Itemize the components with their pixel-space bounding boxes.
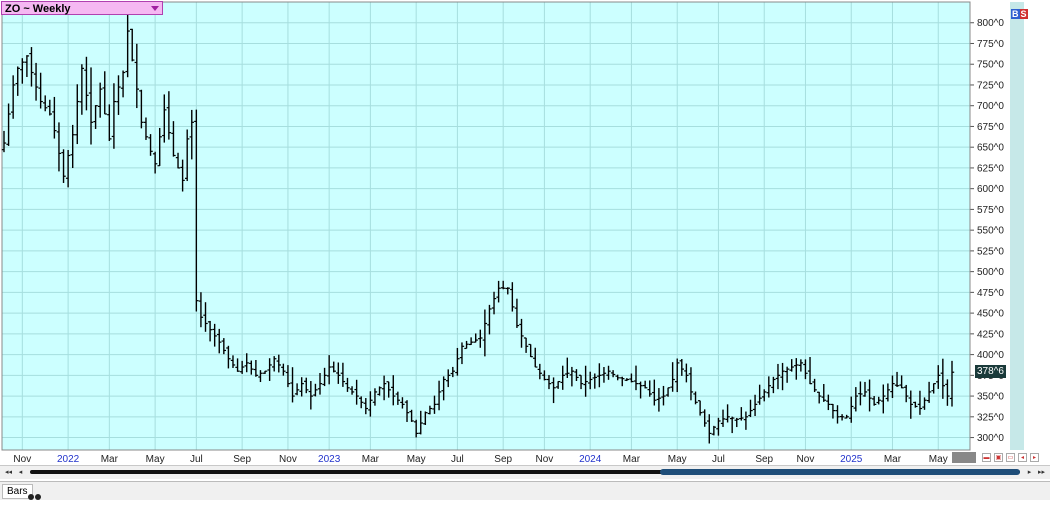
scroll-left-icon[interactable]: ◂ <box>1018 453 1027 462</box>
symbol-selector[interactable]: ZO ~ Weekly <box>1 1 163 15</box>
x-tick-label: Mar <box>101 454 119 465</box>
x-tick-label: Mar <box>623 454 641 465</box>
y-tick-label: 775^0 <box>977 39 1004 50</box>
y-tick-label: 300^0 <box>977 433 1004 444</box>
y-tick-label: 500^0 <box>977 267 1004 278</box>
plot-area[interactable] <box>2 2 970 450</box>
buy-icon[interactable]: B <box>1011 9 1020 19</box>
y-tick-label: 725^0 <box>977 80 1004 91</box>
step-forward-icon[interactable]: ▸ <box>1025 468 1034 477</box>
y-tick-label: 625^0 <box>977 163 1004 174</box>
y-tick-label: 400^0 <box>977 350 1004 361</box>
zoom-fit-icon[interactable]: ▣ <box>994 453 1003 462</box>
x-tick-label: Jul <box>190 454 203 465</box>
last-price-label: 378^6 <box>975 365 1006 379</box>
x-tick-label: Nov <box>536 454 554 465</box>
x-tick-label: Sep <box>755 454 773 465</box>
y-tick-label: 650^0 <box>977 143 1004 154</box>
x-tick-label: Nov <box>13 454 31 465</box>
chart-window: 300^0325^0350^0375^0400^0425^0450^0475^0… <box>0 0 1050 500</box>
x-tick-label: Mar <box>884 454 902 465</box>
scroll-right-icon[interactable]: ▸ <box>1030 453 1039 462</box>
y-tick-label: 675^0 <box>977 122 1004 133</box>
symbol-label: ZO ~ Weekly <box>5 3 71 15</box>
x-tick-label: 2025 <box>840 454 863 465</box>
dropdown-arrow-icon[interactable] <box>151 6 159 11</box>
x-tick-label: Nov <box>797 454 815 465</box>
x-tick-label: Jul <box>712 454 725 465</box>
jump-first-icon[interactable]: ◂◂ <box>4 468 13 477</box>
jump-last-icon[interactable]: ▸▸ <box>1037 468 1046 477</box>
x-tick-label: Sep <box>494 454 512 465</box>
x-tick-label: 2024 <box>579 454 602 465</box>
y-tick-label: 700^0 <box>977 101 1004 112</box>
y-tick-label: 550^0 <box>977 226 1004 237</box>
x-tick-label: 2022 <box>57 454 80 465</box>
y-tick-label: 450^0 <box>977 309 1004 320</box>
link-icon[interactable] <box>28 487 42 505</box>
y-tick-label: 525^0 <box>977 246 1004 257</box>
x-tick-label: 2023 <box>318 454 341 465</box>
zoom-in-icon[interactable]: ▭ <box>1006 453 1015 462</box>
x-tick-label: May <box>146 454 165 465</box>
y-tick-label: 600^0 <box>977 184 1004 195</box>
y-tick-label: 425^0 <box>977 329 1004 340</box>
x-tick-label: Jul <box>451 454 464 465</box>
y-tick-label: 575^0 <box>977 205 1004 216</box>
right-margin-strip <box>1010 2 1024 450</box>
x-tick-label: Sep <box>233 454 251 465</box>
bottom-tab-bar: Bars <box>0 481 1050 500</box>
axis-corner-box <box>952 452 976 463</box>
x-tick-label: May <box>407 454 426 465</box>
price-chart[interactable]: 300^0325^0350^0375^0400^0425^0450^0475^0… <box>0 0 1050 499</box>
y-tick-label: 325^0 <box>977 412 1004 423</box>
zoom-out-icon[interactable]: ▬ <box>982 453 991 462</box>
buy-sell-badge[interactable]: BS <box>1011 9 1028 19</box>
x-tick-label: May <box>668 454 687 465</box>
time-scrollbar[interactable]: ◂◂ ◂ ▸ ▸▸ <box>0 465 1050 479</box>
x-tick-label: Nov <box>279 454 297 465</box>
x-tick-label: Mar <box>362 454 380 465</box>
sell-icon[interactable]: S <box>1019 9 1028 19</box>
scroll-thumb[interactable] <box>660 469 1020 475</box>
bars-tab-label: Bars <box>7 486 28 497</box>
y-tick-label: 750^0 <box>977 60 1004 71</box>
y-tick-label: 475^0 <box>977 288 1004 299</box>
step-back-icon[interactable]: ◂ <box>16 468 25 477</box>
y-tick-label: 350^0 <box>977 392 1004 403</box>
x-tick-label: May <box>929 454 948 465</box>
y-tick-label: 800^0 <box>977 18 1004 29</box>
